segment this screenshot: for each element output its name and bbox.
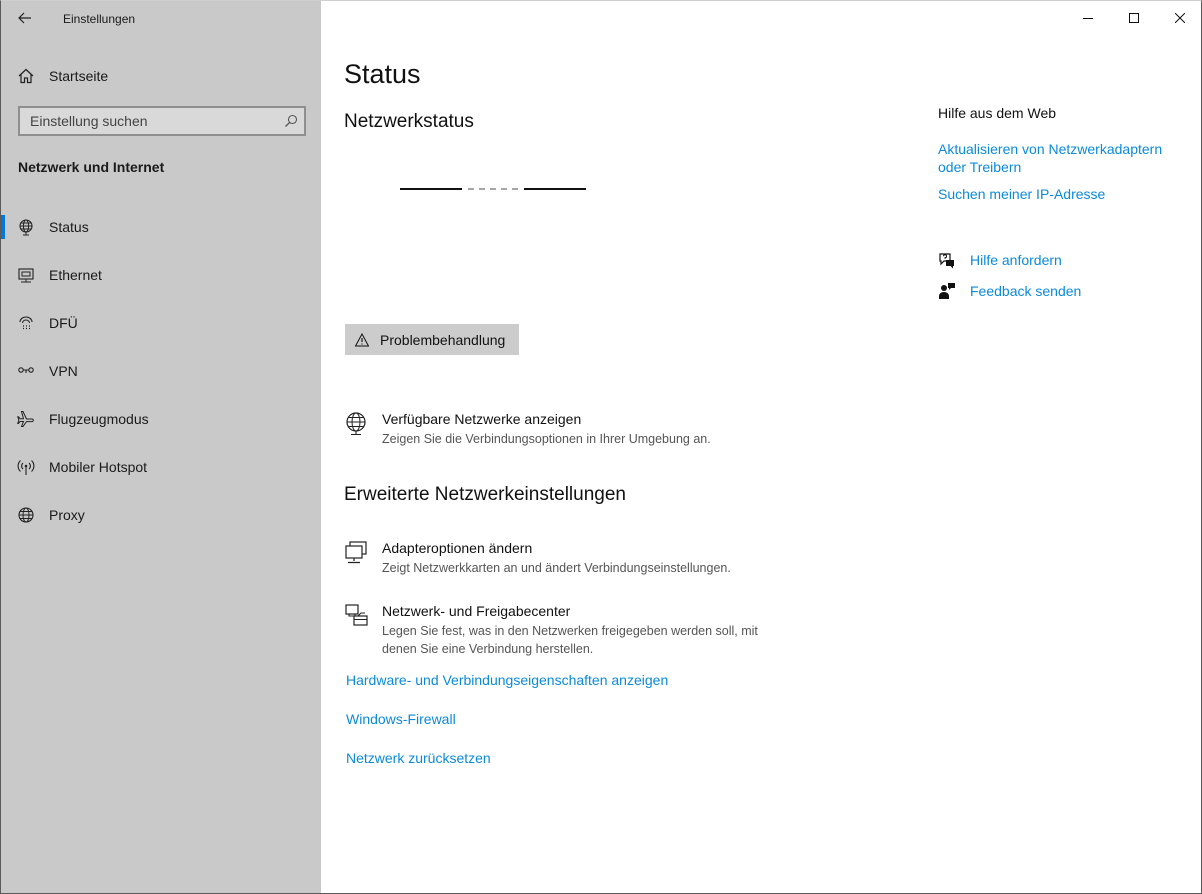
sidebar-item-label: Proxy (49, 507, 85, 523)
home-nav-item[interactable]: Startseite (1, 59, 321, 91)
search-icon[interactable] (284, 114, 298, 128)
network-status-heading: Netzwerkstatus (344, 111, 474, 132)
back-button[interactable] (11, 5, 39, 31)
adapter-options-title: Adapteroptionen ändern (382, 540, 533, 556)
available-networks-title: Verfügbare Netzwerke anzeigen (382, 411, 582, 427)
sidebar-item-vpn[interactable]: VPN (1, 351, 321, 391)
sidebar-item-airplane-mode[interactable]: Flugzeugmodus (1, 399, 321, 439)
find-ip-address-link[interactable]: Suchen meiner IP-Adresse (938, 185, 1188, 203)
available-networks-option[interactable]: Verfügbare Netzwerke anzeigen Zeigen Sie… (344, 411, 804, 451)
app-title: Einstellungen (63, 12, 136, 26)
sidebar-item-label: VPN (49, 363, 78, 379)
active-indicator (1, 215, 5, 239)
network-status-diagram (400, 188, 586, 190)
network-globe-icon (346, 412, 366, 436)
chat-help-icon (939, 253, 954, 269)
page-title: Status (344, 59, 421, 89)
window-controls (1065, 1, 1201, 35)
feedback-icon (939, 283, 955, 299)
home-label: Startseite (49, 68, 109, 84)
title-bar: Einstellungen (1, 1, 321, 35)
minimize-icon (1083, 18, 1093, 19)
advanced-settings-heading: Erweiterte Netzwerkeinstellungen (344, 484, 626, 505)
sharing-center-description: Legen Sie fest, was in den Netzwerken fr… (382, 624, 758, 656)
troubleshoot-button[interactable]: Problembehandlung (345, 324, 519, 355)
sidebar-section-title: Netzwerk und Internet (18, 159, 165, 175)
main-content: Status Netzwerkstatus Problembehandlung … (322, 1, 1201, 893)
troubleshoot-label: Problembehandlung (380, 332, 506, 348)
back-arrow-icon (18, 12, 31, 24)
close-button[interactable] (1157, 1, 1201, 35)
available-networks-description: Zeigen Sie die Verbindungsoptionen in Ih… (382, 432, 711, 446)
warning-icon (355, 333, 369, 347)
adapter-options-description: Zeigt Netzwerkkarten an und ändert Verbi… (382, 561, 731, 575)
get-help-label: Hilfe anfordern (970, 252, 1062, 268)
globe-icon (19, 219, 33, 236)
hotspot-icon (17, 460, 35, 475)
sharing-center-option[interactable]: Netzwerk- und Freigabecenter Legen Sie f… (344, 603, 804, 659)
dialup-icon (19, 316, 33, 330)
minimize-button[interactable] (1065, 1, 1111, 35)
sidebar-item-dialup[interactable]: DFÜ (1, 303, 321, 343)
adapter-monitor-icon (345, 541, 367, 564)
vpn-icon (18, 367, 34, 373)
search-input[interactable] (20, 108, 304, 134)
sidebar-item-label: Status (49, 219, 89, 235)
sidebar-item-ethernet[interactable]: Ethernet (1, 255, 321, 295)
network-reset-link[interactable]: Netzwerk zurücksetzen (346, 750, 491, 766)
sidebar: Einstellungen Startseite Netzwerk und In… (1, 1, 321, 893)
windows-firewall-link[interactable]: Windows-Firewall (346, 711, 456, 727)
hardware-properties-link[interactable]: Hardware- und Verbindungseigenschaften a… (346, 672, 668, 688)
home-icon (18, 68, 34, 84)
settings-window: Einstellungen Startseite Netzwerk und In… (0, 0, 1202, 894)
sidebar-item-label: Flugzeugmodus (49, 411, 149, 427)
help-panel-title: Hilfe aus dem Web (938, 105, 1057, 121)
sidebar-item-label: Mobiler Hotspot (49, 459, 148, 475)
search-box[interactable] (18, 106, 306, 136)
sidebar-item-label: DFÜ (49, 315, 78, 331)
airplane-icon (17, 411, 34, 427)
send-feedback-label: Feedback senden (970, 283, 1082, 299)
sidebar-item-proxy[interactable]: Proxy (1, 495, 321, 535)
send-feedback-action[interactable]: Feedback senden (938, 281, 1178, 303)
get-help-action[interactable]: Hilfe anfordern (938, 250, 1178, 272)
sharing-center-title: Netzwerk- und Freigabecenter (382, 603, 571, 619)
sidebar-item-label: Ethernet (49, 267, 102, 283)
proxy-globe-icon (18, 507, 34, 523)
sidebar-item-status[interactable]: Status (1, 207, 321, 247)
adapter-options-option[interactable]: Adapteroptionen ändern Zeigt Netzwerkkar… (344, 540, 804, 580)
sharing-center-icon (345, 604, 368, 626)
ethernet-icon (18, 268, 34, 283)
sidebar-item-mobile-hotspot[interactable]: Mobiler Hotspot (1, 447, 321, 487)
close-icon (1175, 13, 1185, 23)
update-adapters-link[interactable]: Aktualisieren von Netzwerkadaptern oder … (938, 140, 1188, 176)
maximize-button[interactable] (1111, 1, 1157, 35)
maximize-icon (1129, 13, 1139, 23)
